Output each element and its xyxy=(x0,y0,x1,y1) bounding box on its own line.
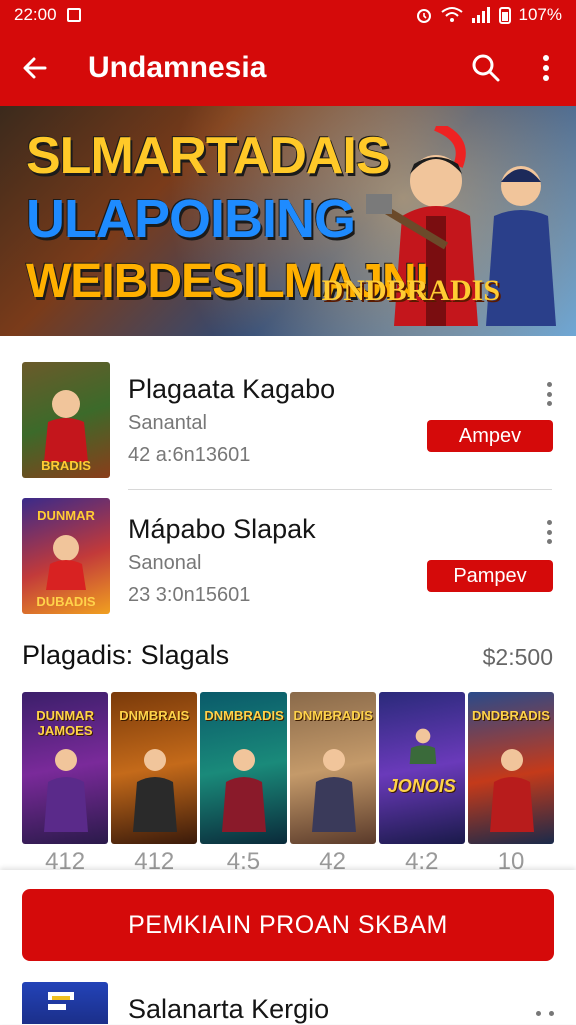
item-title: Mápabo Slapak xyxy=(128,514,316,544)
list-item[interactable]: Salanarta Kergio xyxy=(0,982,576,1024)
game-card-count: 42 xyxy=(319,852,346,872)
item-subtitle: Sanantal xyxy=(128,412,207,434)
game-card-count: 4:5 xyxy=(226,852,261,872)
overflow-menu-button[interactable] xyxy=(516,30,576,106)
game-card-count: 4:2 xyxy=(405,852,439,872)
game-card[interactable]: JONOIS xyxy=(378,692,465,844)
game-thumbnail xyxy=(22,982,108,1024)
game-card-counts: 412 412 4:5 42 4:2 10 xyxy=(22,852,554,872)
game-card-title: DNMBRADIS xyxy=(293,708,373,723)
game-card[interactable]: DNDBRADIS xyxy=(467,692,555,844)
svg-text:DUNMAR: DUNMAR xyxy=(37,508,95,523)
item-title: Salanarta Kergio xyxy=(128,994,330,1024)
game-card-carousel[interactable]: DUNMAR JAMOES DNMBRAIS DNMBRADIS DNMBRAD… xyxy=(22,692,555,844)
open-button[interactable]: Pampev xyxy=(427,560,553,592)
svg-text:BRADIS: BRADIS xyxy=(41,458,91,473)
item-meta: 42 a:6n13601 xyxy=(128,444,251,466)
banner-headline-1: SLMARTADAIS xyxy=(26,127,391,185)
game-card-title: DUNMAR JAMOES xyxy=(36,708,94,738)
primary-cta-button[interactable]: PEMKIAIN PROAN SKBAM xyxy=(22,889,554,961)
game-card[interactable]: DNMBRAIS xyxy=(111,692,198,844)
wifi-icon xyxy=(440,7,463,22)
item-title: Plagaata Kagabo xyxy=(128,374,336,404)
game-card[interactable]: DNMBRADIS xyxy=(200,692,287,844)
game-card-title: DNMBRAIS xyxy=(119,708,190,723)
banner-headline-2: ULAPOIBING xyxy=(26,189,356,249)
game-card-title: DNMBRADIS xyxy=(204,708,284,723)
signal-icon xyxy=(471,7,490,23)
list-item[interactable]: BRADIS Plagaata Kagabo Sanantal 42 a:6n1… xyxy=(0,350,576,480)
game-card-count: 412 xyxy=(134,852,175,872)
section-title: Plagadis: Slagals xyxy=(22,640,230,670)
battery-icon xyxy=(498,7,511,24)
item-more-icon[interactable] xyxy=(536,1006,554,1020)
banner-game-logo: DNDBRADIS xyxy=(321,274,500,307)
status-time: 22:00 xyxy=(14,5,57,24)
svg-text:DUBADIS: DUBADIS xyxy=(36,594,96,609)
arrow-left-icon xyxy=(23,57,47,79)
game-card[interactable]: DUNMAR JAMOES xyxy=(22,692,109,844)
status-bar: 22:00 107% xyxy=(0,0,576,30)
list-item[interactable]: DUNMAR DUBADIS Mápabo Slapak Sanonal 23 3… xyxy=(0,486,576,616)
game-card[interactable]: DNMBRADIS xyxy=(289,692,376,844)
game-card-title: DNDBRADIS xyxy=(471,708,550,723)
game-card-count: 10 xyxy=(497,852,525,872)
game-thumbnail: BRADIS xyxy=(22,362,110,478)
game-card-count: 412 xyxy=(45,852,86,872)
item-meta: 23 3:0n15601 xyxy=(128,584,251,606)
app-bar: Undamnesia xyxy=(0,30,576,106)
battery-level: 107% xyxy=(518,5,562,24)
more-vert-icon xyxy=(543,55,549,81)
back-button[interactable] xyxy=(0,30,70,106)
section-price: $2:500 xyxy=(482,644,553,670)
search-icon xyxy=(472,54,500,82)
hero-banner[interactable]: SLMARTADAIS ULAPOIBING WEIBDESILMAJNI DN… xyxy=(0,106,576,336)
item-subtitle: Sanonal xyxy=(128,552,202,574)
alarm-icon xyxy=(416,9,431,23)
item-more-icon[interactable] xyxy=(544,382,554,406)
notification-icon xyxy=(66,8,81,22)
open-button[interactable]: Ampev xyxy=(427,420,553,452)
page-title: Undamnesia xyxy=(88,51,267,84)
search-button[interactable] xyxy=(456,30,516,106)
game-thumbnail: DUNMAR DUBADIS xyxy=(22,498,110,614)
item-more-icon[interactable] xyxy=(544,520,554,544)
